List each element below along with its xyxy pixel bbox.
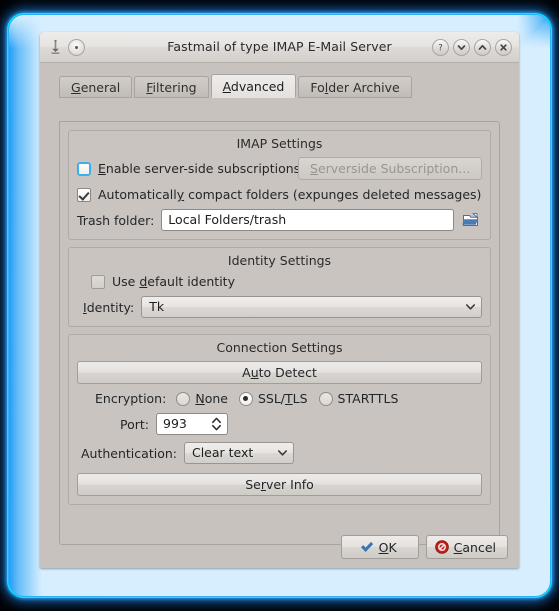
enable-serverside-subscriptions-label: Enable server-side subscriptions <box>98 161 301 176</box>
port-spinbox[interactable]: 993 <box>156 413 228 435</box>
identity-settings-group: Identity Settings Use default identity I… <box>68 247 491 327</box>
tab-bar: General Filtering Advanced Folder Archiv… <box>40 74 519 98</box>
use-default-identity-row: Use default identity <box>77 274 482 289</box>
tab-advanced[interactable]: Advanced <box>210 74 297 98</box>
advanced-tab-panel: IMAP Settings Enable server-side subscri… <box>59 121 500 545</box>
check-icon <box>360 541 373 552</box>
chevron-down-icon <box>277 450 287 456</box>
cancel-icon <box>434 540 449 554</box>
cancel-button-label: Cancel <box>453 539 496 555</box>
authentication-row: Authentication: Clear text <box>77 442 482 464</box>
ok-button[interactable]: OK <box>340 535 419 559</box>
serverside-subscription-button[interactable]: Serverside Subscription... <box>298 157 482 180</box>
encryption-radio-none[interactable] <box>176 391 191 406</box>
authentication-combobox[interactable]: Clear text <box>183 442 294 464</box>
tab-folder-archive[interactable]: Folder Archive <box>298 76 412 98</box>
auto-compact-row: Automatically compact folders (expunges … <box>77 187 482 202</box>
shade-button[interactable] <box>453 38 470 56</box>
auto-compact-label: Automatically compact folders (expunges … <box>98 187 482 202</box>
identity-settings-title: Identity Settings <box>227 253 332 268</box>
titlebar[interactable]: Fastmail of type IMAP E-Mail Server ? <box>40 32 519 63</box>
desktop-background: Fastmail of type IMAP E-Mail Server ? Ge… <box>0 0 559 611</box>
port-spinbox-value: 993 <box>163 416 187 431</box>
identity-combobox-value: Tk <box>149 299 165 314</box>
encryption-label-ssltls: SSL/TLS <box>257 391 308 406</box>
auto-detect-button[interactable]: Auto Detect <box>77 361 482 384</box>
open-folder-icon[interactable] <box>460 209 482 231</box>
encryption-radio-starttls[interactable] <box>318 391 333 406</box>
identity-row: Identity: Tk <box>77 296 482 318</box>
connection-settings-group: Connection Settings Auto Detect Encrypti… <box>68 334 491 505</box>
dialog-button-bar: OK Cancel <box>340 535 508 559</box>
encryption-row: Encryption: None SSL/TLS STARTTLS <box>77 391 482 406</box>
use-default-identity-label: Use default identity <box>112 274 235 289</box>
server-info-row: Server Info <box>77 473 482 496</box>
port-label: Port: <box>120 416 149 432</box>
encryption-label-starttls: STARTTLS <box>337 391 399 406</box>
titlebar-right-buttons: ? <box>432 32 512 62</box>
chevron-down-icon <box>466 304 475 310</box>
authentication-combobox-value: Clear text <box>191 445 254 460</box>
auto-detect-row: Auto Detect <box>77 361 482 384</box>
authentication-label: Authentication: <box>81 445 177 461</box>
encryption-label: Encryption: <box>95 391 167 406</box>
connection-settings-title: Connection Settings <box>216 340 343 355</box>
trash-folder-row: Trash folder: Local Folders/trash <box>77 209 482 231</box>
tab-filtering[interactable]: Filtering <box>134 76 209 98</box>
encryption-radio-ssltls[interactable] <box>238 391 253 406</box>
dialog-window: Fastmail of type IMAP E-Mail Server ? Ge… <box>40 32 519 568</box>
imap-settings-group: IMAP Settings Enable server-side subscri… <box>68 130 491 240</box>
ok-button-label: OK <box>378 539 397 555</box>
trash-folder-label: Trash folder: <box>77 212 155 228</box>
trash-folder-input[interactable]: Local Folders/trash <box>161 209 454 231</box>
tab-general[interactable]: General <box>59 76 133 98</box>
close-button[interactable] <box>495 38 512 56</box>
server-info-button[interactable]: Server Info <box>77 473 482 496</box>
identity-label: Identity: <box>83 299 135 315</box>
encryption-label-none: None <box>195 391 228 406</box>
enable-serverside-subscriptions-checkbox[interactable] <box>77 161 91 176</box>
auto-compact-checkbox[interactable] <box>77 187 91 202</box>
cancel-button[interactable]: Cancel <box>425 535 508 559</box>
use-default-identity-checkbox[interactable] <box>91 274 105 289</box>
help-button[interactable]: ? <box>432 38 449 56</box>
enable-serverside-subscriptions-row: Enable server-side subscriptions Servers… <box>77 157 482 180</box>
svg-text:?: ? <box>438 43 443 53</box>
maximize-button[interactable] <box>474 38 491 56</box>
port-row: Port: 993 <box>77 413 482 435</box>
spinner-arrows-icon[interactable] <box>211 417 222 431</box>
identity-combobox[interactable]: Tk <box>141 296 482 318</box>
imap-settings-title: IMAP Settings <box>236 136 323 151</box>
